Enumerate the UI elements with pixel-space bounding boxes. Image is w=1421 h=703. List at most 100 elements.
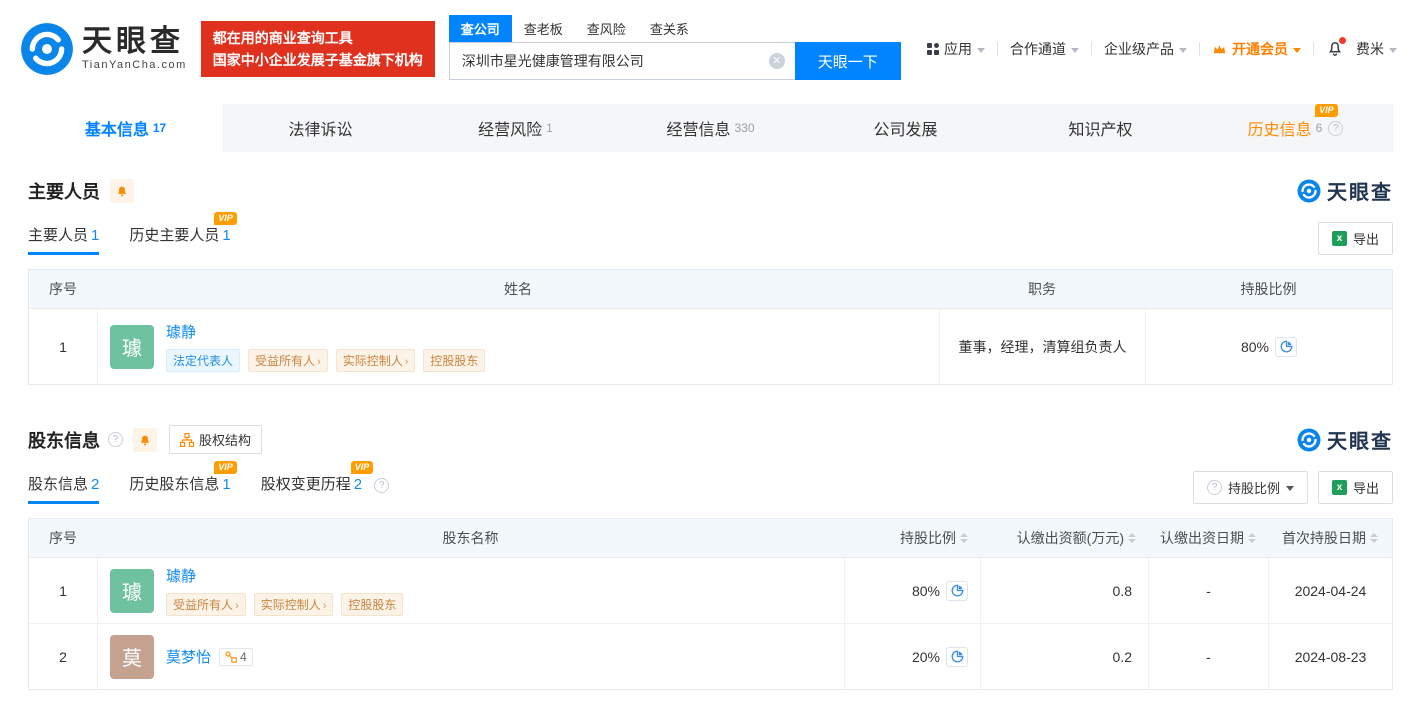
clear-search-icon[interactable]: ✕ [768, 53, 785, 69]
watermark-text: 天眼查 [1327, 182, 1393, 204]
notification-bell-icon[interactable] [1326, 36, 1346, 60]
tag-actual-controller[interactable]: 实际控制人 › [253, 593, 334, 616]
search-button[interactable]: 天眼一下 [794, 42, 901, 80]
ratio-cell: 20% [844, 624, 980, 689]
monitor-bell-icon[interactable] [110, 178, 134, 203]
tag-legal-representative[interactable]: 法定代表人 [166, 349, 241, 372]
logo-brand-text: 天眼查 [82, 25, 184, 58]
tianyancha-logo-icon [1297, 428, 1321, 451]
avatar: 璩 [110, 568, 154, 613]
pie-chart-icon[interactable] [1275, 336, 1298, 357]
export-button[interactable]: x 导出 [1317, 471, 1393, 504]
col-index: 序号 [49, 281, 77, 297]
subtab-equity-change-history[interactable]: 股权变更历程 2 ? VIP [261, 461, 390, 504]
tag-controlling-shareholder[interactable]: 控股股东 [423, 349, 486, 372]
subtab-history-staff[interactable]: 历史主要人员 1 VIP [129, 212, 237, 255]
tab-business-info[interactable]: 经营信息 330 [613, 104, 808, 152]
pie-chart-icon[interactable] [946, 580, 968, 601]
monitor-bell-icon[interactable] [133, 427, 157, 452]
search-tab-risk[interactable]: 查风险 [575, 15, 638, 42]
site-logo[interactable]: 天眼查 TianYanCha.com [20, 22, 187, 76]
org-chart-icon [180, 432, 194, 447]
nav-apps[interactable]: 应用 [927, 39, 985, 59]
tag-beneficial-owner[interactable]: 受益所有人 › [248, 349, 328, 372]
help-icon[interactable]: ? [1328, 120, 1344, 136]
ratio-cell: 80% [1145, 309, 1392, 384]
tag-beneficial-owner[interactable]: 受益所有人 › [166, 593, 246, 616]
search-area: 查公司 查老板 查风险 查关系 ✕ 天眼一下 [448, 15, 901, 80]
nav-divider [1313, 42, 1314, 56]
excel-icon: x [1331, 231, 1347, 246]
tab-basic-info[interactable]: 基本信息 17 [28, 104, 223, 152]
subtab-count: 2 [353, 476, 363, 493]
tag-controlling-shareholder[interactable]: 控股股东 [341, 593, 404, 616]
nav-divider [997, 42, 998, 56]
equity-structure-button[interactable]: 股权结构 [169, 425, 263, 454]
search-tab-relation[interactable]: 查关系 [638, 15, 701, 42]
tab-label: 基本信息 [84, 122, 149, 139]
export-label: 导出 [1352, 232, 1379, 247]
tab-count: 6 [1315, 121, 1323, 135]
person-name-link[interactable]: 璩静 [166, 565, 403, 586]
company-detail-tabs: 基本信息 17 法律诉讼 经营风险 1 经营信息 330 公司发展 知识产权 历… [28, 104, 1393, 152]
avatar: 莫 [110, 634, 154, 679]
ratio-filter-button[interactable]: ? 持股比例 [1192, 471, 1308, 504]
tab-history-info[interactable]: 历史信息 VIP 6 ? [1198, 104, 1393, 152]
nav-divider [1091, 42, 1092, 56]
search-tab-boss[interactable]: 查老板 [512, 15, 575, 42]
subtab-current-staff[interactable]: 主要人员 1 [28, 224, 100, 255]
table-row: 2 莫 莫梦怡 4 20% 0.2 - 2024-08-23 [29, 623, 1392, 689]
col-shareholder-name: 股东名称 [442, 530, 499, 546]
person-name-link[interactable]: 璩静 [166, 321, 485, 342]
staff-section-title: 主要人员 [28, 181, 100, 202]
crown-icon [1213, 44, 1226, 53]
nav-open-vip-label: 开通会员 [1232, 41, 1288, 57]
relations-icon [225, 650, 237, 663]
search-tab-company[interactable]: 查公司 [448, 15, 512, 42]
nav-partner[interactable]: 合作通道 [1010, 39, 1079, 59]
apps-grid-icon [927, 43, 939, 55]
col-first-date-sortable[interactable]: 首次持股日期 [1268, 519, 1392, 557]
tab-operation-risk[interactable]: 经营风险 1 [418, 104, 613, 152]
help-icon[interactable]: ? [374, 478, 390, 493]
amount-cell: 0.8 [980, 558, 1148, 623]
help-icon[interactable]: ? [108, 432, 123, 447]
tag-actual-controller[interactable]: 实际控制人 › [335, 349, 416, 372]
vip-badge: VIP [214, 461, 237, 474]
row-index: 2 [59, 648, 67, 665]
subtab-history-shareholders[interactable]: 历史股东信息 1 VIP [129, 461, 237, 504]
sort-icon [1370, 533, 1378, 543]
relations-badge[interactable]: 4 [219, 647, 253, 666]
col-amount-sortable[interactable]: 认缴出资额(万元) [980, 519, 1148, 557]
subtab-count: 1 [91, 227, 100, 244]
watermark-text: 天眼查 [1327, 431, 1393, 453]
promo-line-1: 都在用的商业查询工具 [212, 29, 353, 46]
tab-count: 1 [546, 121, 553, 135]
vip-badge: VIP [214, 212, 237, 225]
row-index: 1 [59, 338, 67, 355]
nav-open-vip[interactable]: 开通会员 [1212, 39, 1301, 59]
subtab-count: 1 [222, 476, 231, 493]
person-name-link[interactable]: 莫梦怡 [166, 646, 211, 667]
search-input[interactable] [448, 42, 795, 80]
tab-intellectual-property[interactable]: 知识产权 [1003, 104, 1198, 152]
tab-legal[interactable]: 法律诉讼 [223, 104, 418, 152]
export-button[interactable]: x 导出 [1317, 222, 1393, 255]
staff-table-header: 序号 姓名 职务 持股比例 [29, 270, 1392, 308]
subtab-label: 主要人员 [28, 227, 89, 244]
tab-company-development[interactable]: 公司发展 [808, 104, 1003, 152]
ratio-value: 20% [911, 648, 940, 665]
subtab-current-shareholders[interactable]: 股东信息 2 [28, 473, 100, 504]
tianyancha-logo-icon [21, 23, 73, 75]
tianyancha-watermark: 天眼查 [1297, 425, 1393, 454]
shareholder-table: 序号 股东名称 持股比例 认缴出资额(万元) 认缴出资日期 首次持股日期 1 璩… [28, 518, 1393, 690]
nav-enterprise-label: 企业级产品 [1104, 41, 1174, 57]
chevron-down-icon [1285, 486, 1294, 491]
tab-count: 17 [152, 121, 167, 135]
col-date-sortable[interactable]: 认缴出资日期 [1148, 519, 1268, 557]
nav-user[interactable]: 费米 [1356, 39, 1397, 59]
pie-chart-icon[interactable] [946, 646, 968, 667]
col-ratio-sortable[interactable]: 持股比例 [844, 519, 980, 557]
chevron-down-icon [1179, 47, 1187, 53]
nav-enterprise[interactable]: 企业级产品 [1104, 39, 1187, 59]
